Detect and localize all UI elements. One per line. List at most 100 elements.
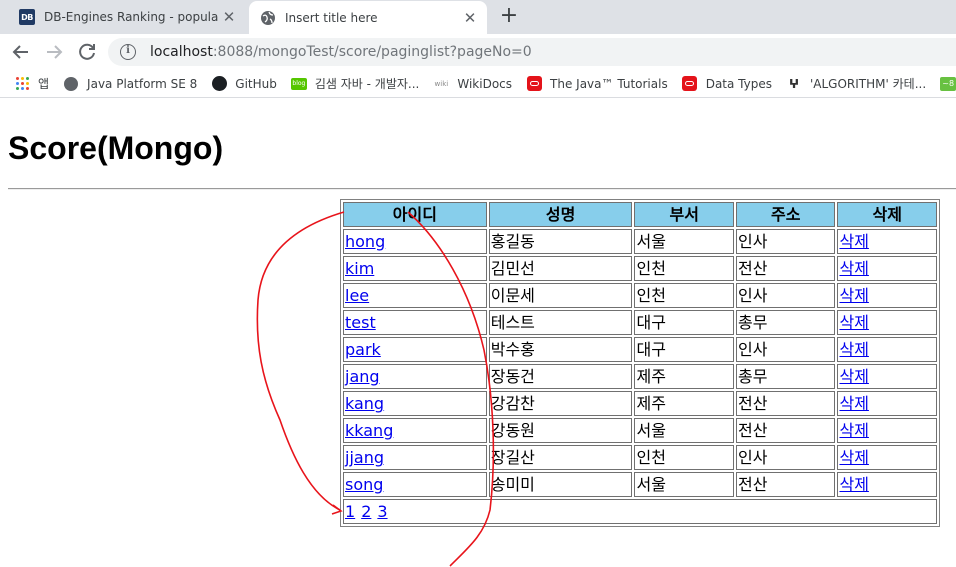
cell-delete-link[interactable]: 삭제: [839, 259, 868, 278]
bookmark-java-platform[interactable]: Java Platform SE 8: [63, 70, 198, 97]
cell-id-link[interactable]: kim: [345, 259, 374, 278]
toolbar: i localhost:8088/mongoTest/score/pagingl…: [0, 34, 956, 70]
cell-name: 이문세: [488, 283, 633, 308]
page-link-2[interactable]: 2: [361, 502, 371, 521]
cell-delete: 삭제: [837, 472, 937, 497]
cell-id: kim: [343, 256, 487, 281]
bookmark-github[interactable]: GitHub: [211, 70, 277, 97]
cell-name: 송미미: [488, 472, 633, 497]
horizontal-rule: [8, 188, 956, 190]
cell-id: jjang: [343, 445, 487, 470]
page-link-1[interactable]: 1: [345, 502, 355, 521]
score-table: 아이디 성명 부서 주소 삭제 hong 홍길동 서울 인사 삭제 kim 김민선 인천 전산 삭…: [340, 199, 940, 527]
cell-delete-link[interactable]: 삭제: [839, 475, 868, 494]
table-row: hong 홍길동 서울 인사 삭제: [343, 229, 937, 254]
url-path: :8088/mongoTest/score/paginglist?pageNo=…: [212, 44, 532, 60]
github-icon: [211, 76, 227, 92]
close-icon[interactable]: ✕: [459, 9, 481, 27]
info-icon[interactable]: i: [120, 44, 136, 60]
table-row: song 송미미 서울 전산 삭제: [343, 472, 937, 497]
pagination: 123: [343, 499, 937, 524]
cell-dept: 인천: [634, 256, 734, 281]
cell-dept: 서울: [634, 472, 734, 497]
cell-id-link[interactable]: jang: [345, 367, 380, 386]
cell-id-link[interactable]: test: [345, 313, 376, 332]
page-link-3[interactable]: 3: [377, 502, 387, 521]
reload-icon[interactable]: [75, 40, 99, 64]
cell-id-link[interactable]: song: [345, 475, 383, 494]
cell-addr: 인사: [735, 229, 836, 254]
cell-id-link[interactable]: kkang: [345, 421, 393, 440]
pagination-row: 123: [343, 499, 937, 524]
close-icon[interactable]: ✕: [218, 8, 240, 26]
cell-delete: 삭제: [837, 256, 937, 281]
address-bar[interactable]: i localhost:8088/mongoTest/score/pagingl…: [108, 38, 956, 66]
back-arrow-icon[interactable]: [9, 40, 33, 64]
bookmark-kimsam-java[interactable]: blog 김샘 자바 - 개발자...: [290, 70, 420, 97]
cell-name: 강동원: [488, 418, 633, 443]
table-header-row: 아이디 성명 부서 주소 삭제: [343, 202, 937, 227]
apps-grid-icon: [14, 76, 30, 92]
bookmark-algorithm[interactable]: ⵖ 'ALGORITHM' 카테...: [786, 70, 927, 97]
cell-name: 김민선: [488, 256, 633, 281]
bookmark-wikidocs[interactable]: wiki WikiDocs: [433, 70, 513, 97]
db-engines-icon: DB: [19, 9, 35, 25]
page-title: Score(Mongo): [8, 130, 224, 166]
tab-title: DB-Engines Ranking - popularity: [44, 10, 218, 24]
column-header-dept: 부서: [634, 202, 734, 227]
cell-dept: 서울: [634, 418, 734, 443]
table-row: lee 이문세 인천 인사 삭제: [343, 283, 937, 308]
bookmark-apps[interactable]: 앱: [14, 70, 49, 97]
wikidocs-icon: wiki: [434, 79, 449, 88]
cell-addr: 전산: [735, 256, 836, 281]
column-header-id: 아이디: [343, 202, 487, 227]
cell-delete-link[interactable]: 삭제: [839, 232, 868, 251]
blog-icon: blog: [290, 76, 307, 92]
cell-delete-link[interactable]: 삭제: [839, 448, 868, 467]
cell-delete-link[interactable]: 삭제: [839, 367, 868, 386]
cell-id: test: [343, 310, 487, 335]
bookmark-label: The Java™ Tutorials: [550, 76, 668, 91]
cell-delete-link[interactable]: 삭제: [839, 340, 868, 359]
cell-id: lee: [343, 283, 487, 308]
cell-id: jang: [343, 364, 487, 389]
table-row: kkang 강동원 서울 전산 삭제: [343, 418, 937, 443]
globe-icon: [260, 10, 276, 26]
bookmark-data-types[interactable]: Data Types: [682, 70, 772, 97]
tab-insert-title[interactable]: Insert title here ✕: [249, 1, 487, 34]
cell-delete: 삭제: [837, 310, 937, 335]
cell-name: 박수홍: [488, 337, 633, 362]
cell-delete-link[interactable]: 삭제: [839, 286, 868, 305]
cell-name: 테스트: [488, 310, 633, 335]
bookmark-label: 'ALGORITHM' 카테...: [809, 77, 927, 91]
bookmark-label: Data Types: [705, 76, 772, 91]
cell-id-link[interactable]: hong: [345, 232, 385, 251]
column-header-delete: 삭제: [837, 202, 937, 227]
table-row: park 박수홍 대구 인사 삭제: [343, 337, 937, 362]
tab-db-engines[interactable]: DB DB-Engines Ranking - popularity ✕: [8, 0, 246, 34]
bookmark-label: Java Platform SE 8: [87, 76, 198, 91]
table-row: test 테스트 대구 총무 삭제: [343, 310, 937, 335]
cell-dept: 서울: [634, 229, 734, 254]
cell-id-link[interactable]: jjang: [345, 448, 384, 467]
forward-arrow-icon[interactable]: [42, 40, 66, 64]
cell-id-link[interactable]: park: [345, 340, 381, 359]
cell-addr: 총무: [735, 364, 836, 389]
cell-id-link[interactable]: kang: [345, 394, 384, 413]
cell-id: park: [343, 337, 487, 362]
bookmark-label: WikiDocs: [457, 76, 513, 91]
cell-delete-link[interactable]: 삭제: [839, 394, 868, 413]
bookmarks-bar: 앱 Java Platform SE 8 GitHub blog 김샘 자바 -…: [0, 70, 956, 98]
bookmark-more[interactable]: ~8: [940, 70, 956, 97]
cell-delete: 삭제: [837, 418, 937, 443]
column-header-name: 성명: [488, 202, 633, 227]
cell-delete-link[interactable]: 삭제: [839, 313, 868, 332]
green-bookmark-icon: ~8: [940, 76, 956, 92]
oracle-icon: [526, 76, 542, 92]
bookmark-java-tutorials[interactable]: The Java™ Tutorials: [526, 70, 668, 97]
new-tab-icon[interactable]: +: [498, 5, 520, 27]
bookmark-label: 김샘 자바 - 개발자...: [314, 77, 420, 91]
cell-delete: 삭제: [837, 391, 937, 416]
cell-delete-link[interactable]: 삭제: [839, 421, 868, 440]
cell-id-link[interactable]: lee: [345, 286, 369, 305]
